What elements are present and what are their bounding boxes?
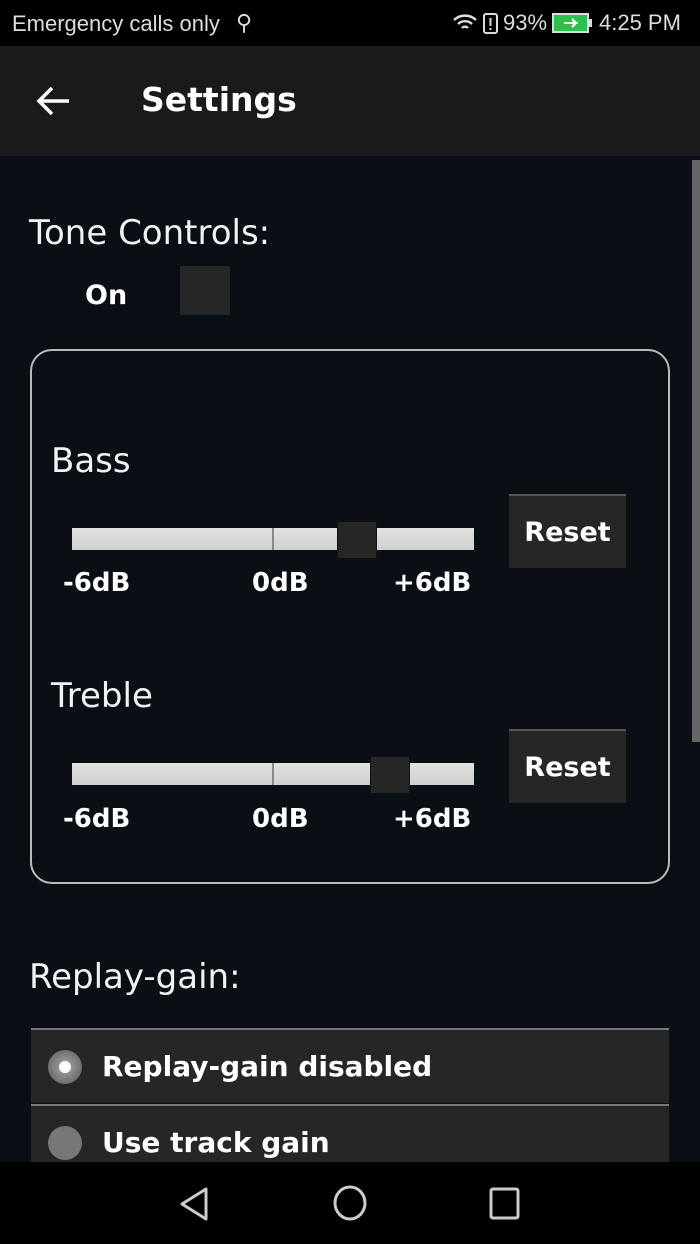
bass-label: Bass [51,441,131,481]
treble-min-label: -6dB [63,804,131,834]
treble-mid-label: 0dB [252,804,309,834]
option-label: Replay-gain disabled [102,1050,433,1083]
bass-mid-label: 0dB [252,568,309,598]
battery-percent: 93% [503,10,548,35]
radio-unselected[interactable] [48,1125,82,1160]
recents-square-icon[interactable] [489,1187,521,1221]
bass-max-label: +6dB [393,568,472,598]
treble-thumb[interactable] [369,756,410,794]
home-circle-icon[interactable] [332,1184,368,1222]
bass-slider[interactable] [72,521,474,566]
bass-tick-zero [272,528,274,550]
option-label: Use track gain [102,1126,330,1159]
bass-thumb[interactable] [337,521,378,559]
treble-max-label: +6dB [393,804,472,834]
navigation-bar [0,1162,700,1244]
tone-on-label: On [85,280,128,311]
wifi-icon [453,14,477,29]
scrollbar[interactable] [692,160,700,742]
app-bar: Settings [0,46,700,156]
arrow-left-icon[interactable] [36,86,72,116]
tone-controls-heading: Tone Controls: [29,213,271,253]
page-title: Settings [141,80,297,119]
treble-tick-zero [272,763,274,785]
usb-icon: ⚲ [236,10,253,35]
status-bar: Emergency calls only ⚲ 93% 4:25 PM [0,0,700,46]
radio-selected[interactable] [48,1049,82,1084]
treble-reset-button[interactable]: Reset [509,729,626,803]
carrier-text: Emergency calls only [12,11,220,36]
back-triangle-icon[interactable] [178,1186,210,1222]
replay-gain-option-disabled[interactable]: Replay-gain disabled [31,1028,669,1103]
clock: 4:25 PM [599,10,681,35]
radio-dot [59,1060,71,1073]
alert-icon [483,13,498,34]
treble-slider[interactable] [72,756,474,801]
bass-reset-button[interactable]: Reset [509,494,626,568]
treble-label: Treble [51,676,153,716]
battery-charging-icon [552,13,592,33]
tone-on-checkbox[interactable] [180,266,230,315]
replay-gain-heading: Replay-gain: [29,957,241,997]
bass-min-label: -6dB [63,568,131,598]
